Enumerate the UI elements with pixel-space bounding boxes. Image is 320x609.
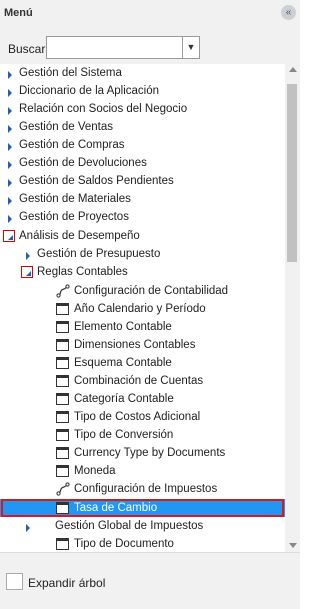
tree-item-label: Moneda <box>74 465 116 477</box>
window-icon <box>56 393 69 405</box>
menu-title: Menú <box>4 7 33 19</box>
window-icon <box>56 429 69 441</box>
tree-item-label: Análisis de Desempeño <box>19 230 140 242</box>
tree-item-label: Gestión Global de Impuestos <box>55 520 204 532</box>
window-icon <box>56 357 69 369</box>
tree-item[interactable]: Esquema Contable <box>0 354 285 372</box>
tree-item-label: Combinación de Cuentas <box>74 375 204 387</box>
tree-item[interactable]: Elemento Contable <box>0 318 285 336</box>
tree-item-label: Tipo de Costos Adicional <box>74 411 201 423</box>
tree-item-label: Gestión de Ventas <box>19 121 113 133</box>
tree-item[interactable]: Análisis de Desempeño <box>0 227 285 245</box>
tree-item[interactable]: Año Calendario y Período <box>0 300 285 318</box>
window-icon <box>56 303 69 315</box>
tree-item[interactable]: Diccionario de la Aplicación <box>0 82 285 100</box>
tree-item[interactable]: Tipo de Documento <box>0 535 285 552</box>
expanded-node-icon[interactable] <box>3 230 15 242</box>
arrow-right-icon[interactable] <box>26 524 30 532</box>
arrow-right-icon[interactable] <box>8 161 12 169</box>
window-icon <box>56 339 69 351</box>
tree-item-label: Dimensiones Contables <box>74 339 196 351</box>
arrow-right-icon[interactable] <box>8 125 12 133</box>
arrow-right-icon[interactable] <box>8 107 12 115</box>
tree-item[interactable]: Tasa de Cambio <box>0 499 285 517</box>
tree-item[interactable]: Moneda <box>0 462 285 480</box>
tree-item-label: Gestión de Devoluciones <box>19 157 147 169</box>
expand-tree-label: Expandir árbol <box>28 576 106 590</box>
window-icon <box>56 465 69 477</box>
tree-item[interactable]: Currency Type by Documents <box>0 444 285 462</box>
arrow-right-icon[interactable] <box>8 143 12 151</box>
window-icon <box>56 447 69 459</box>
tree-item-label: Relación con Socios del Negocio <box>19 103 188 115</box>
tree-item-label: Gestión de Presupuesto <box>37 248 161 260</box>
tree-item[interactable]: Configuración de Impuestos <box>0 480 285 498</box>
window-icon <box>56 411 69 423</box>
search-row: Buscar: ▼ <box>0 27 300 64</box>
tree-item-label: Elemento Contable <box>74 321 172 333</box>
tree-item[interactable]: Gestión de Materiales <box>0 190 285 208</box>
tree-item-label: Gestión de Compras <box>19 139 125 151</box>
menu-header: Menú « <box>0 0 300 27</box>
tree-item-label: Configuración de Contabilidad <box>74 285 229 297</box>
tree-item[interactable]: Gestión de Presupuesto <box>0 245 285 263</box>
tree-item-label: Gestión del Sistema <box>19 67 122 79</box>
tree-item-label: Gestión de Materiales <box>19 193 131 205</box>
tree-item[interactable]: Gestión de Compras <box>0 136 285 154</box>
process-icon <box>56 482 70 496</box>
tree-item-label: Esquema Contable <box>74 357 172 369</box>
tree-item-label: Año Calendario y Período <box>74 303 206 315</box>
expand-tree-checkbox[interactable] <box>6 573 23 590</box>
tree-item[interactable]: Configuración de Contabilidad <box>0 282 285 300</box>
tree-item-label: Gestión de Proyectos <box>19 211 129 223</box>
scroll-thumb[interactable] <box>287 84 297 262</box>
arrow-right-icon[interactable] <box>8 71 12 79</box>
tree-scrollbar[interactable] <box>285 64 300 552</box>
arrow-right-icon[interactable] <box>8 179 12 187</box>
tree-item[interactable]: Categoría Contable <box>0 390 285 408</box>
tree-footer: Expandir árbol <box>0 552 300 609</box>
tree-item[interactable]: Tipo de Costos Adicional <box>0 408 285 426</box>
search-combobox[interactable]: ▼ <box>46 36 200 59</box>
tree-item[interactable]: Tipo de Conversión <box>0 426 285 444</box>
tree-item[interactable]: Gestión de Ventas <box>0 118 285 136</box>
scroll-down-icon[interactable] <box>289 543 297 548</box>
tree-item[interactable]: Gestión Global de Impuestos <box>0 517 285 535</box>
tree-item-label: Categoría Contable <box>74 393 174 405</box>
tree-item[interactable]: Gestión de Saldos Pendientes <box>0 172 285 190</box>
tree-item-label: Configuración de Impuestos <box>74 483 218 495</box>
tree-item[interactable]: Reglas Contables <box>0 263 285 281</box>
chevron-down-icon[interactable]: ▼ <box>182 37 199 58</box>
search-label: Buscar: <box>8 42 49 56</box>
tree-item[interactable]: Dimensiones Contables <box>0 336 285 354</box>
tree-item-label: Tipo de Conversión <box>74 429 174 441</box>
tree-item-label: Currency Type by Documents <box>74 447 226 459</box>
tree-item-label: Gestión de Saldos Pendientes <box>19 175 174 187</box>
process-icon <box>56 284 70 298</box>
window-icon <box>56 538 69 550</box>
selection-highlight <box>1 499 284 517</box>
tree-item-label: Tipo de Documento <box>74 538 174 550</box>
menu-tree: Gestión del Sistema Diccionario de la Apl… <box>0 64 285 552</box>
tree-item[interactable]: Combinación de Cuentas <box>0 372 285 390</box>
arrow-right-icon[interactable] <box>8 89 12 97</box>
tree-item[interactable]: Gestión de Devoluciones <box>0 154 285 172</box>
window-icon <box>56 375 69 387</box>
tree-item-label: Diccionario de la Aplicación <box>19 85 159 97</box>
double-chevron-left-icon[interactable]: « <box>281 5 296 20</box>
scroll-up-icon[interactable] <box>289 67 297 72</box>
expanded-node-icon[interactable] <box>21 266 33 278</box>
arrow-right-icon[interactable] <box>8 197 12 205</box>
arrow-right-icon[interactable] <box>8 215 12 223</box>
tree-item[interactable]: Gestión de Proyectos <box>0 208 285 226</box>
window-icon <box>56 321 69 333</box>
search-input[interactable] <box>47 37 189 58</box>
tree-item[interactable]: Relación con Socios del Negocio <box>0 100 285 118</box>
tree-item[interactable]: Gestión del Sistema <box>0 64 285 82</box>
arrow-right-icon[interactable] <box>26 252 30 260</box>
tree-item-label: Reglas Contables <box>37 266 128 278</box>
